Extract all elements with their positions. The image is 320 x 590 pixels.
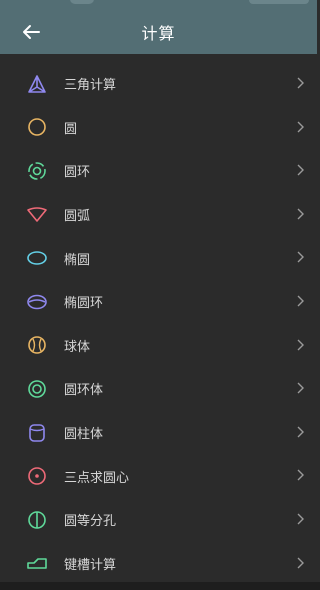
chevron-right-icon: [297, 382, 304, 394]
list-item-label: 键槽计算: [64, 557, 117, 573]
circle-icon: [26, 116, 48, 138]
triangle-icon: [26, 73, 48, 95]
list-item-label: 圆等分孔: [64, 514, 117, 530]
list-item-label: 三角计算: [64, 78, 117, 94]
three-point-circle-icon: [26, 465, 48, 487]
list-item-keyway[interactable]: 键槽计算: [0, 542, 320, 586]
sphere-icon: [26, 334, 48, 356]
elliptic-ring-icon: [26, 291, 48, 313]
chevron-right-icon: [297, 295, 304, 307]
chevron-right-icon: [297, 426, 304, 438]
ellipse-icon: [26, 247, 48, 269]
chevron-right-icon: [297, 513, 304, 525]
list-item-three-point-circle[interactable]: 三点求圆心: [0, 454, 320, 498]
cylinder-icon: [26, 422, 48, 444]
list-item-ring[interactable]: 圆环: [0, 149, 320, 193]
back-arrow-icon: [23, 25, 40, 39]
list-item-label: 椭圆: [64, 252, 91, 268]
chevron-right-icon: [297, 121, 304, 133]
list-item-label: 椭圆环: [64, 296, 104, 312]
list-item-torus[interactable]: 圆环体: [0, 367, 320, 411]
ring-icon: [26, 160, 48, 182]
list-item-label: 圆环: [64, 165, 91, 181]
chevron-right-icon: [297, 208, 304, 220]
app-bar: 计算: [0, 10, 317, 54]
status-bar: [0, 0, 317, 10]
list-item-circle[interactable]: 圆: [0, 106, 320, 150]
list-item-arc[interactable]: 圆弧: [0, 193, 320, 237]
list-item-label: 圆环体: [64, 383, 104, 399]
bottom-edge: [0, 582, 320, 590]
list-item-ellipse[interactable]: 椭圆: [0, 236, 320, 280]
status-icons-left: [70, 0, 94, 4]
list-item-elliptic-ring[interactable]: 椭圆环: [0, 280, 320, 324]
circle-division-icon: [26, 509, 48, 531]
arc-icon: [26, 204, 48, 226]
list-item-label: 圆: [64, 121, 78, 137]
page-title: 计算: [141, 24, 176, 43]
chevron-right-icon: [297, 251, 304, 263]
chevron-right-icon: [297, 339, 304, 351]
list-item-label: 三点求圆心: [64, 470, 130, 486]
chevron-right-icon: [297, 164, 304, 176]
calculation-list: 三角计算 圆 圆环 圆弧 椭圆 椭圆环 球体 圆环体 圆柱体 三点求圆心 圆等分…: [0, 62, 320, 585]
chevron-right-icon: [297, 469, 304, 481]
list-item-sphere[interactable]: 球体: [0, 324, 320, 368]
keyway-icon: [26, 552, 48, 574]
list-item-triangle[interactable]: 三角计算: [0, 62, 320, 106]
torus-icon: [26, 378, 48, 400]
chevron-right-icon: [297, 77, 304, 89]
chevron-right-icon: [297, 557, 304, 569]
back-button[interactable]: [18, 19, 44, 45]
list-item-label: 球体: [64, 339, 91, 355]
list-item-cylinder[interactable]: 圆柱体: [0, 411, 320, 455]
list-item-circle-division[interactable]: 圆等分孔: [0, 498, 320, 542]
list-item-label: 圆柱体: [64, 427, 104, 443]
list-item-label: 圆弧: [64, 209, 91, 225]
status-icons-right: [249, 0, 309, 4]
